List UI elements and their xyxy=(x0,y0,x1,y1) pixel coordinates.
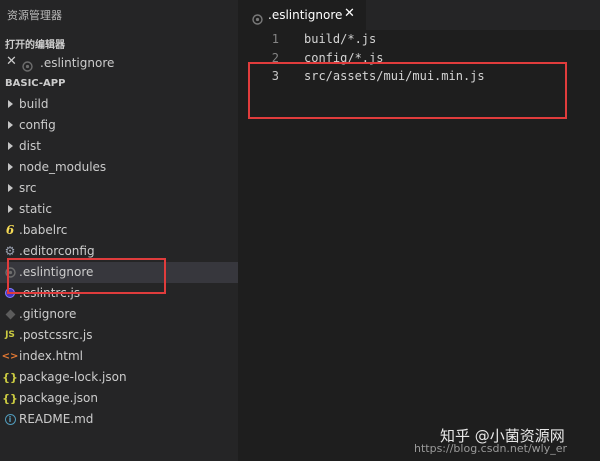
file-babelrc[interactable]: 6 .babelrc xyxy=(0,220,238,241)
file-readme[interactable]: i README.md xyxy=(0,409,238,430)
tree-item-label: dist xyxy=(19,139,41,153)
html-icon: <> xyxy=(1,350,19,362)
file-gitignore[interactable]: .gitignore xyxy=(0,304,238,325)
watermark-url: https://blog.csdn.net/wly_er xyxy=(414,442,568,455)
js-icon: JS xyxy=(5,330,15,340)
json-icon: {} xyxy=(2,370,18,384)
chevron-right-icon xyxy=(4,118,16,132)
tree-item-label: .editorconfig xyxy=(19,244,95,258)
file-package-lock[interactable]: {} package-lock.json xyxy=(0,367,238,388)
tree-item-label: node_modules xyxy=(19,160,107,174)
tab-bar: .eslintignore ✕ xyxy=(238,0,600,30)
tree-item-label: build xyxy=(19,97,49,111)
close-icon[interactable]: ✕ xyxy=(6,54,17,69)
file-index-html[interactable]: <> index.html xyxy=(0,346,238,367)
chevron-right-icon xyxy=(4,202,16,216)
folder-static[interactable]: static xyxy=(0,199,238,220)
tree-item-label: .gitignore xyxy=(19,307,77,321)
line-number: 1 xyxy=(271,32,279,46)
open-editor-item[interactable]: ✕ .eslintignore xyxy=(0,53,238,73)
explorer-sidebar: 资源管理器 打开的编辑器 ✕ .eslintignore BASIC-APP b… xyxy=(0,0,238,461)
open-editors-header[interactable]: 打开的编辑器 xyxy=(5,36,65,51)
chevron-right-icon xyxy=(4,181,16,195)
ignore-file-icon xyxy=(22,57,33,76)
tree-item-label: index.html xyxy=(19,349,83,363)
git-icon xyxy=(4,307,16,321)
folder-node-modules[interactable]: node_modules xyxy=(0,157,238,178)
chevron-right-icon xyxy=(4,97,16,111)
tree-item-label: src xyxy=(19,181,37,195)
info-icon: i xyxy=(4,412,16,426)
tree-item-label: package.json xyxy=(19,391,99,405)
tree-item-label: config xyxy=(19,118,56,132)
chevron-right-icon xyxy=(4,160,16,174)
tree-item-label: .babelrc xyxy=(19,223,68,237)
code-line: 1 build/*.js xyxy=(238,32,600,50)
file-postcssrc[interactable]: JS .postcssrc.js xyxy=(0,325,238,346)
file-package-json[interactable]: {} package.json xyxy=(0,388,238,409)
line-text: build/*.js xyxy=(304,32,377,46)
annotation-box-sidebar xyxy=(7,258,166,294)
close-icon[interactable]: ✕ xyxy=(344,6,355,21)
babel-icon: 6 xyxy=(5,223,15,237)
open-editor-label: .eslintignore xyxy=(40,56,115,70)
folder-dist[interactable]: dist xyxy=(0,136,238,157)
chevron-right-icon xyxy=(4,139,16,153)
tree-item-label: README.md xyxy=(19,412,94,426)
tree-item-label: package-lock.json xyxy=(19,370,127,384)
tree-item-label: static xyxy=(19,202,52,216)
folder-src[interactable]: src xyxy=(0,178,238,199)
tab-label: .eslintignore xyxy=(268,8,343,22)
project-header[interactable]: BASIC-APP xyxy=(5,78,65,89)
gear-icon: ⚙ xyxy=(4,244,16,258)
explorer-title: 资源管理器 xyxy=(7,9,62,22)
folder-build[interactable]: build xyxy=(0,94,238,115)
folder-config[interactable]: config xyxy=(0,115,238,136)
tab-eslintignore[interactable]: .eslintignore ✕ xyxy=(238,0,366,30)
json-icon: {} xyxy=(2,391,18,405)
tree-item-label: .postcssrc.js xyxy=(19,328,93,342)
ignore-file-icon xyxy=(252,10,263,29)
annotation-box-editor xyxy=(248,62,567,119)
